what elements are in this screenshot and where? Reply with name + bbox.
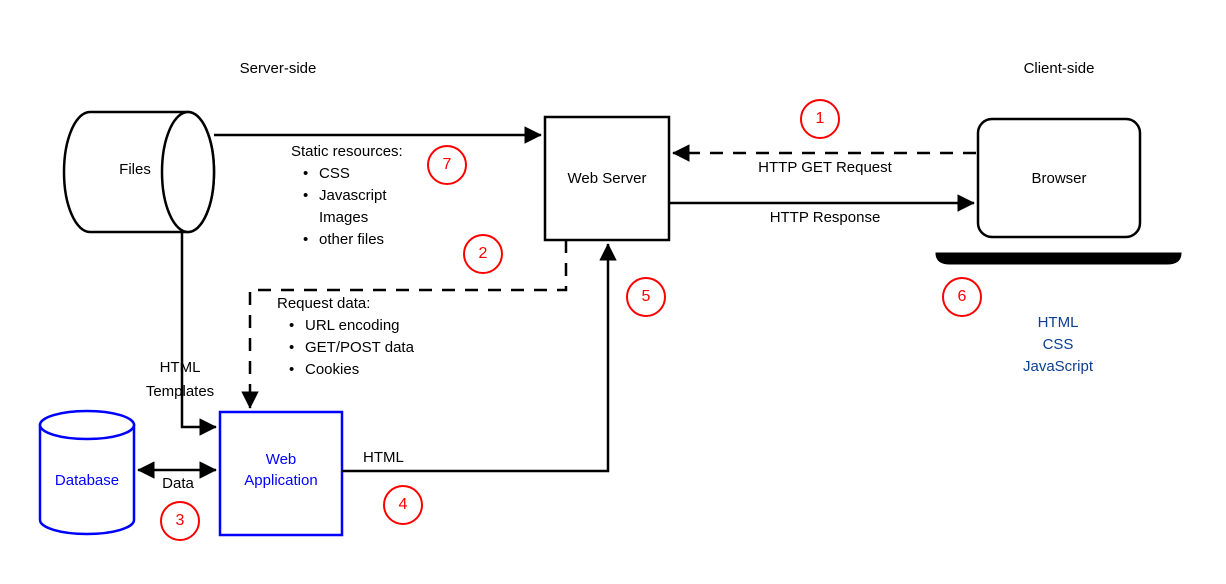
data-label: Data	[162, 475, 194, 492]
static-resources-list: Static resources: CSSJavascript Images oth…	[291, 141, 403, 251]
web-application-node-label-line2: Application	[244, 472, 318, 489]
browser-node-label: Browser	[1031, 170, 1087, 187]
static-resources-items: CSSJavascript Images other files	[291, 163, 403, 251]
list-item: Javascript	[303, 185, 403, 207]
static-resources-heading: Static resources:	[291, 143, 403, 160]
step-marker-4: 4	[383, 485, 423, 525]
list-item: CSS	[303, 163, 403, 185]
web-application-node-label-line1: Web	[265, 451, 297, 468]
request-data-heading: Request data:	[277, 295, 371, 312]
http-response-label: HTTP Response	[769, 209, 881, 226]
request-data-list: Request data: URL encodingGET/POST dataC…	[277, 293, 414, 381]
client-tech-css: CSS	[1042, 336, 1074, 353]
step-marker-7: 7	[427, 145, 467, 185]
list-item: GET/POST data	[289, 337, 414, 359]
html-templates-label-line2: Templates	[145, 383, 215, 400]
web-server-node-label: Web Server	[567, 170, 647, 187]
step-marker-1: 1	[800, 99, 840, 139]
html-templates-label-line1: HTML	[159, 359, 201, 376]
diagram-shapes	[38, 110, 1182, 537]
browser-laptop	[935, 117, 1182, 265]
diagram-canvas: Server-side Client-side Files Web Server…	[0, 0, 1226, 584]
list-item: Cookies	[289, 359, 414, 381]
step-marker-2: 2	[463, 234, 503, 274]
html-edge-label: HTML	[363, 449, 404, 466]
client-tech-javascript: JavaScript	[1022, 358, 1094, 375]
list-item: other files	[303, 229, 403, 251]
server-side-label: Server-side	[239, 60, 317, 77]
step-marker-5: 5	[626, 277, 666, 317]
client-side-label: Client-side	[1023, 60, 1095, 77]
client-tech-html: HTML	[1037, 314, 1079, 331]
request-data-items: URL encodingGET/POST dataCookies	[277, 315, 414, 381]
list-item: Images	[319, 209, 369, 226]
http-get-request-label: HTTP GET Request	[758, 159, 892, 176]
files-node-label: Files	[119, 161, 151, 178]
step-marker-6: 6	[942, 277, 982, 317]
step-marker-3: 3	[160, 501, 200, 541]
database-node-label: Database	[54, 472, 120, 489]
list-item: URL encoding	[289, 315, 414, 337]
